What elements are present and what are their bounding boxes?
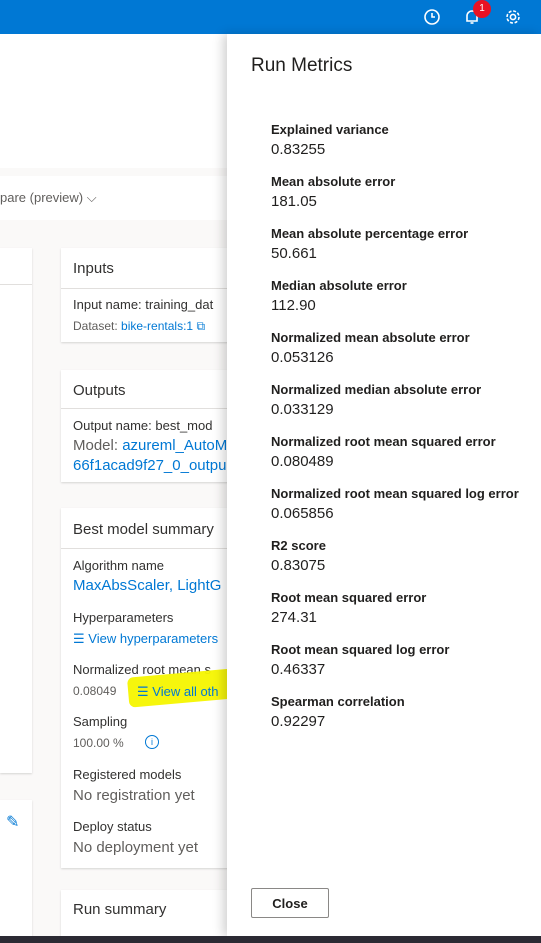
metric-name: Normalized root mean squared log error	[271, 486, 519, 501]
registered-models-label: Registered models	[73, 767, 182, 782]
inputs-card-title: Inputs	[73, 260, 114, 277]
metric-name: Normalized mean absolute error	[271, 330, 470, 345]
deploy-status-value: No deployment yet	[73, 839, 199, 856]
outputs-card: Outputs Output name: best_mod Model: azu…	[61, 370, 231, 482]
registered-models-value: No registration yet	[73, 787, 195, 804]
clock-icon[interactable]	[420, 5, 444, 29]
sampling-value: 100.00 %	[73, 736, 124, 750]
view-all-metrics-link[interactable]: ☰ View all oth	[137, 684, 219, 700]
chevron-down-icon: ⌵	[86, 190, 97, 205]
metric-name: Explained variance	[271, 122, 389, 137]
notification-badge: 1	[473, 0, 491, 18]
metric-name: Root mean squared error	[271, 590, 427, 605]
metric-value: 0.83075	[271, 557, 326, 574]
gear-icon[interactable]	[501, 5, 525, 29]
deploy-status-label: Deploy status	[73, 819, 152, 834]
list-icon: ☰	[73, 631, 85, 646]
top-bar: 1	[0, 0, 541, 34]
taskbar-strip	[0, 936, 541, 943]
external-link-icon[interactable]: ⧉	[196, 319, 205, 333]
metric-value: 0.033129	[271, 401, 334, 418]
dataset-link[interactable]: bike-rentals:1	[121, 319, 193, 333]
run-summary-title: Run summary	[73, 901, 167, 918]
algorithm-label: Algorithm name	[73, 558, 165, 573]
metric-name: Spearman correlation	[271, 694, 405, 709]
metric-name: Normalized median absolute error	[271, 382, 482, 397]
metric-name: Root mean squared log error	[271, 642, 450, 657]
metric-value: 0.053126	[271, 349, 334, 366]
run-metrics-panel: Run Metrics Explained variance 0.83255 Mea…	[227, 34, 541, 936]
metric-name: R2 score	[271, 538, 326, 553]
metric-name: Median absolute error	[271, 278, 407, 293]
metric-value: 0.92297	[271, 713, 326, 730]
metric-value: 50.661	[271, 245, 317, 262]
view-hyperparameters-link[interactable]: ☰ View hyperparameters	[73, 631, 218, 647]
metric-name: Mean absolute percentage error	[271, 226, 469, 241]
list-icon: ☰	[137, 684, 149, 699]
model-row: Model: azureml_AutoM	[73, 437, 228, 454]
metric-value: 0.83255	[271, 141, 326, 158]
close-button[interactable]: Close	[251, 888, 329, 918]
algorithm-link[interactable]: MaxAbsScaler, LightG	[73, 577, 221, 594]
metric-value: 112.90	[271, 297, 316, 314]
inputs-card: Inputs Input name: training_dat Dataset:…	[61, 248, 231, 342]
model-link[interactable]: azureml_AutoM	[122, 437, 227, 454]
panel-title: Run Metrics	[251, 55, 353, 76]
metric-name: Normalized root mean squared error	[271, 434, 496, 449]
output-name-label: Output name: best_mod	[73, 418, 213, 433]
outputs-card-title: Outputs	[73, 382, 126, 399]
nrmse-value: 0.08049	[73, 684, 117, 698]
run-summary-card: Run summary	[61, 890, 231, 936]
compare-menu[interactable]: pare (preview) ⌵	[0, 190, 97, 206]
metric-value: 0.080489	[271, 453, 334, 470]
model-link-line2[interactable]: 66f1acad9f27_0_outpu	[73, 457, 226, 474]
hyperparameters-label: Hyperparameters	[73, 610, 174, 625]
input-name-label: Input name: training_dat	[73, 297, 214, 312]
metric-name: Mean absolute error	[271, 174, 396, 189]
metric-value: 0.46337	[271, 661, 326, 678]
edit-icon[interactable]: ✎	[6, 812, 19, 832]
dataset-row: Dataset: bike-rentals:1 ⧉	[73, 319, 206, 333]
left-card	[0, 248, 32, 773]
metric-value: 181.05	[271, 193, 317, 210]
metric-value: 0.065856	[271, 505, 334, 522]
info-icon[interactable]: i	[145, 735, 159, 749]
sampling-label: Sampling	[73, 714, 128, 729]
metric-value: 274.31	[271, 609, 317, 626]
summary-card-title: Best model summary	[73, 521, 214, 538]
